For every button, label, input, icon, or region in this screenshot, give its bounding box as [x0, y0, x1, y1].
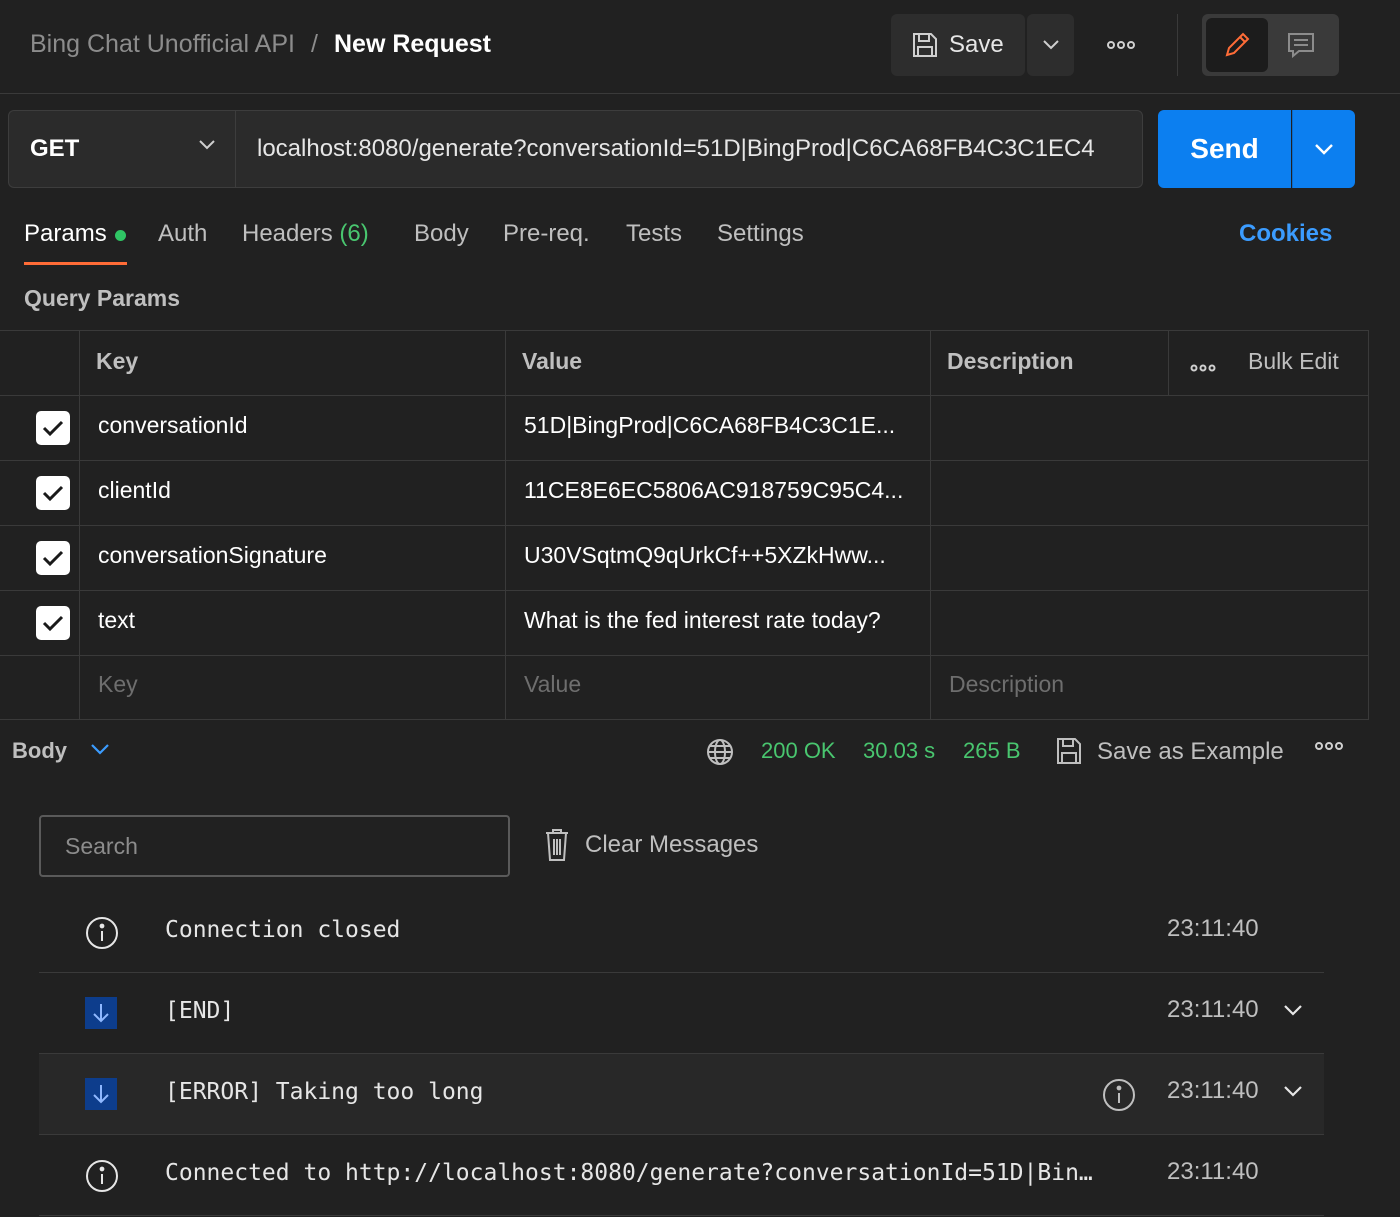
- checkmark-icon: [42, 550, 64, 567]
- method-select[interactable]: GET: [8, 110, 236, 188]
- bulk-edit-button[interactable]: Bulk Edit: [1248, 348, 1339, 375]
- param-checkbox[interactable]: [36, 411, 70, 445]
- message-time: 23:11:40: [1167, 1158, 1259, 1185]
- new-param-value-input[interactable]: Value: [524, 671, 581, 698]
- message-row[interactable]: Connection closed 23:11:40: [39, 892, 1324, 973]
- status-code[interactable]: 200 OK: [761, 738, 836, 764]
- response-size[interactable]: 265 B: [963, 738, 1021, 764]
- checkmark-icon: [42, 420, 64, 437]
- header-divider: [1177, 14, 1178, 76]
- save-as-example-button[interactable]: Save as Example: [1097, 738, 1284, 766]
- new-param-key-input[interactable]: Key: [98, 671, 138, 698]
- param-checkbox[interactable]: [36, 476, 70, 510]
- chevron-down-icon: [199, 140, 215, 150]
- breadcrumb-collection[interactable]: Bing Chat Unofficial API: [30, 30, 295, 59]
- trash-icon[interactable]: [544, 828, 570, 862]
- tab-headers-label: Headers: [242, 220, 333, 247]
- edit-mode-button[interactable]: [1206, 18, 1268, 72]
- info-icon[interactable]: [1102, 1078, 1136, 1112]
- info-icon: [86, 1160, 118, 1192]
- messages-search-input[interactable]: [39, 815, 510, 877]
- param-key[interactable]: conversationSignature: [98, 542, 327, 569]
- arrow-down-icon: [85, 997, 117, 1029]
- more-horizontal-icon[interactable]: [1314, 740, 1344, 752]
- tab-settings[interactable]: Settings: [717, 220, 804, 248]
- tab-prereq[interactable]: Pre-req.: [503, 220, 590, 248]
- param-value[interactable]: 11CE8E6EC5806AC918759C95C4...: [524, 477, 924, 504]
- url-input[interactable]: localhost:8080/generate?conversationId=5…: [235, 110, 1143, 188]
- message-row[interactable]: [END] 23:11:40: [39, 973, 1324, 1054]
- send-options-dropdown[interactable]: [1292, 110, 1355, 188]
- chevron-down-icon: [1315, 144, 1333, 155]
- param-key[interactable]: clientId: [98, 477, 171, 504]
- save-options-dropdown[interactable]: [1027, 14, 1074, 76]
- param-checkbox[interactable]: [36, 606, 70, 640]
- pencil-icon: [1225, 32, 1250, 57]
- info-icon: [86, 917, 118, 949]
- headers-count-badge: (6): [339, 220, 369, 247]
- param-key[interactable]: conversationId: [98, 412, 248, 439]
- method-value: GET: [30, 135, 80, 162]
- chevron-down-icon: [1042, 40, 1059, 50]
- new-param-description-input[interactable]: Description: [949, 671, 1064, 698]
- clear-messages-button[interactable]: Clear Messages: [585, 831, 758, 859]
- message-text: [ERROR] Taking too long: [165, 1079, 484, 1105]
- tab-headers[interactable]: Headers (6): [242, 220, 369, 248]
- message-time: 23:11:40: [1167, 915, 1259, 942]
- params-active-dot: [115, 230, 126, 241]
- globe-icon[interactable]: [705, 737, 735, 767]
- breadcrumb-separator: /: [311, 30, 318, 58]
- param-checkbox[interactable]: [36, 541, 70, 575]
- chevron-down-icon[interactable]: [1283, 1084, 1303, 1098]
- save-icon[interactable]: [1055, 736, 1083, 766]
- param-value[interactable]: 51D|BingProd|C6CA68FB4C3C1E...: [524, 412, 924, 439]
- tab-body[interactable]: Body: [414, 220, 469, 248]
- message-text: Connected to http://localhost:8080/gener…: [165, 1160, 1093, 1186]
- save-label: Save: [949, 31, 1004, 58]
- breadcrumb-request-name[interactable]: New Request: [334, 30, 491, 59]
- more-actions-button[interactable]: [1098, 28, 1144, 62]
- save-button[interactable]: Save: [891, 14, 1025, 76]
- column-options-button[interactable]: [1190, 352, 1216, 379]
- message-text: Connection closed: [165, 917, 401, 943]
- comments-button[interactable]: [1270, 18, 1332, 72]
- param-value[interactable]: U30VSqtmQ9qUrkCf++5XZkHww...: [524, 542, 924, 569]
- message-time: 23:11:40: [1167, 1077, 1259, 1104]
- more-horizontal-icon: [1190, 364, 1216, 372]
- active-tab-indicator: [24, 262, 127, 265]
- save-icon: [913, 33, 937, 57]
- tab-auth[interactable]: Auth: [158, 220, 207, 248]
- response-body-label[interactable]: Body: [12, 738, 67, 764]
- tab-tests[interactable]: Tests: [626, 220, 682, 248]
- tab-params[interactable]: Params: [24, 220, 107, 248]
- column-header-key: Key: [96, 348, 139, 374]
- send-button[interactable]: Send: [1158, 110, 1291, 188]
- message-time: 23:11:40: [1167, 996, 1259, 1023]
- param-key[interactable]: text: [98, 607, 135, 634]
- query-params-table: Key Value Description Bulk Edit conversa…: [0, 330, 1369, 720]
- query-params-heading: Query Params: [24, 285, 180, 311]
- message-row[interactable]: [ERROR] Taking too long 23:11:40: [39, 1054, 1324, 1135]
- comment-icon: [1288, 33, 1314, 59]
- arrow-down-icon: [85, 1078, 117, 1110]
- message-text: [END]: [165, 998, 235, 1024]
- chevron-down-icon[interactable]: [1283, 1003, 1303, 1017]
- column-header-value: Value: [522, 348, 583, 374]
- checkmark-icon: [42, 615, 64, 632]
- url-value: localhost:8080/generate?conversationId=5…: [257, 135, 1095, 162]
- chevron-down-icon[interactable]: [90, 742, 110, 756]
- checkmark-icon: [42, 485, 64, 502]
- more-horizontal-icon: [1107, 41, 1135, 49]
- response-time[interactable]: 30.03 s: [863, 738, 935, 764]
- message-row[interactable]: Connected to http://localhost:8080/gener…: [39, 1135, 1324, 1216]
- cookies-link[interactable]: Cookies: [1239, 220, 1332, 248]
- param-value[interactable]: What is the fed interest rate today?: [524, 607, 924, 634]
- column-header-description: Description: [947, 348, 1074, 374]
